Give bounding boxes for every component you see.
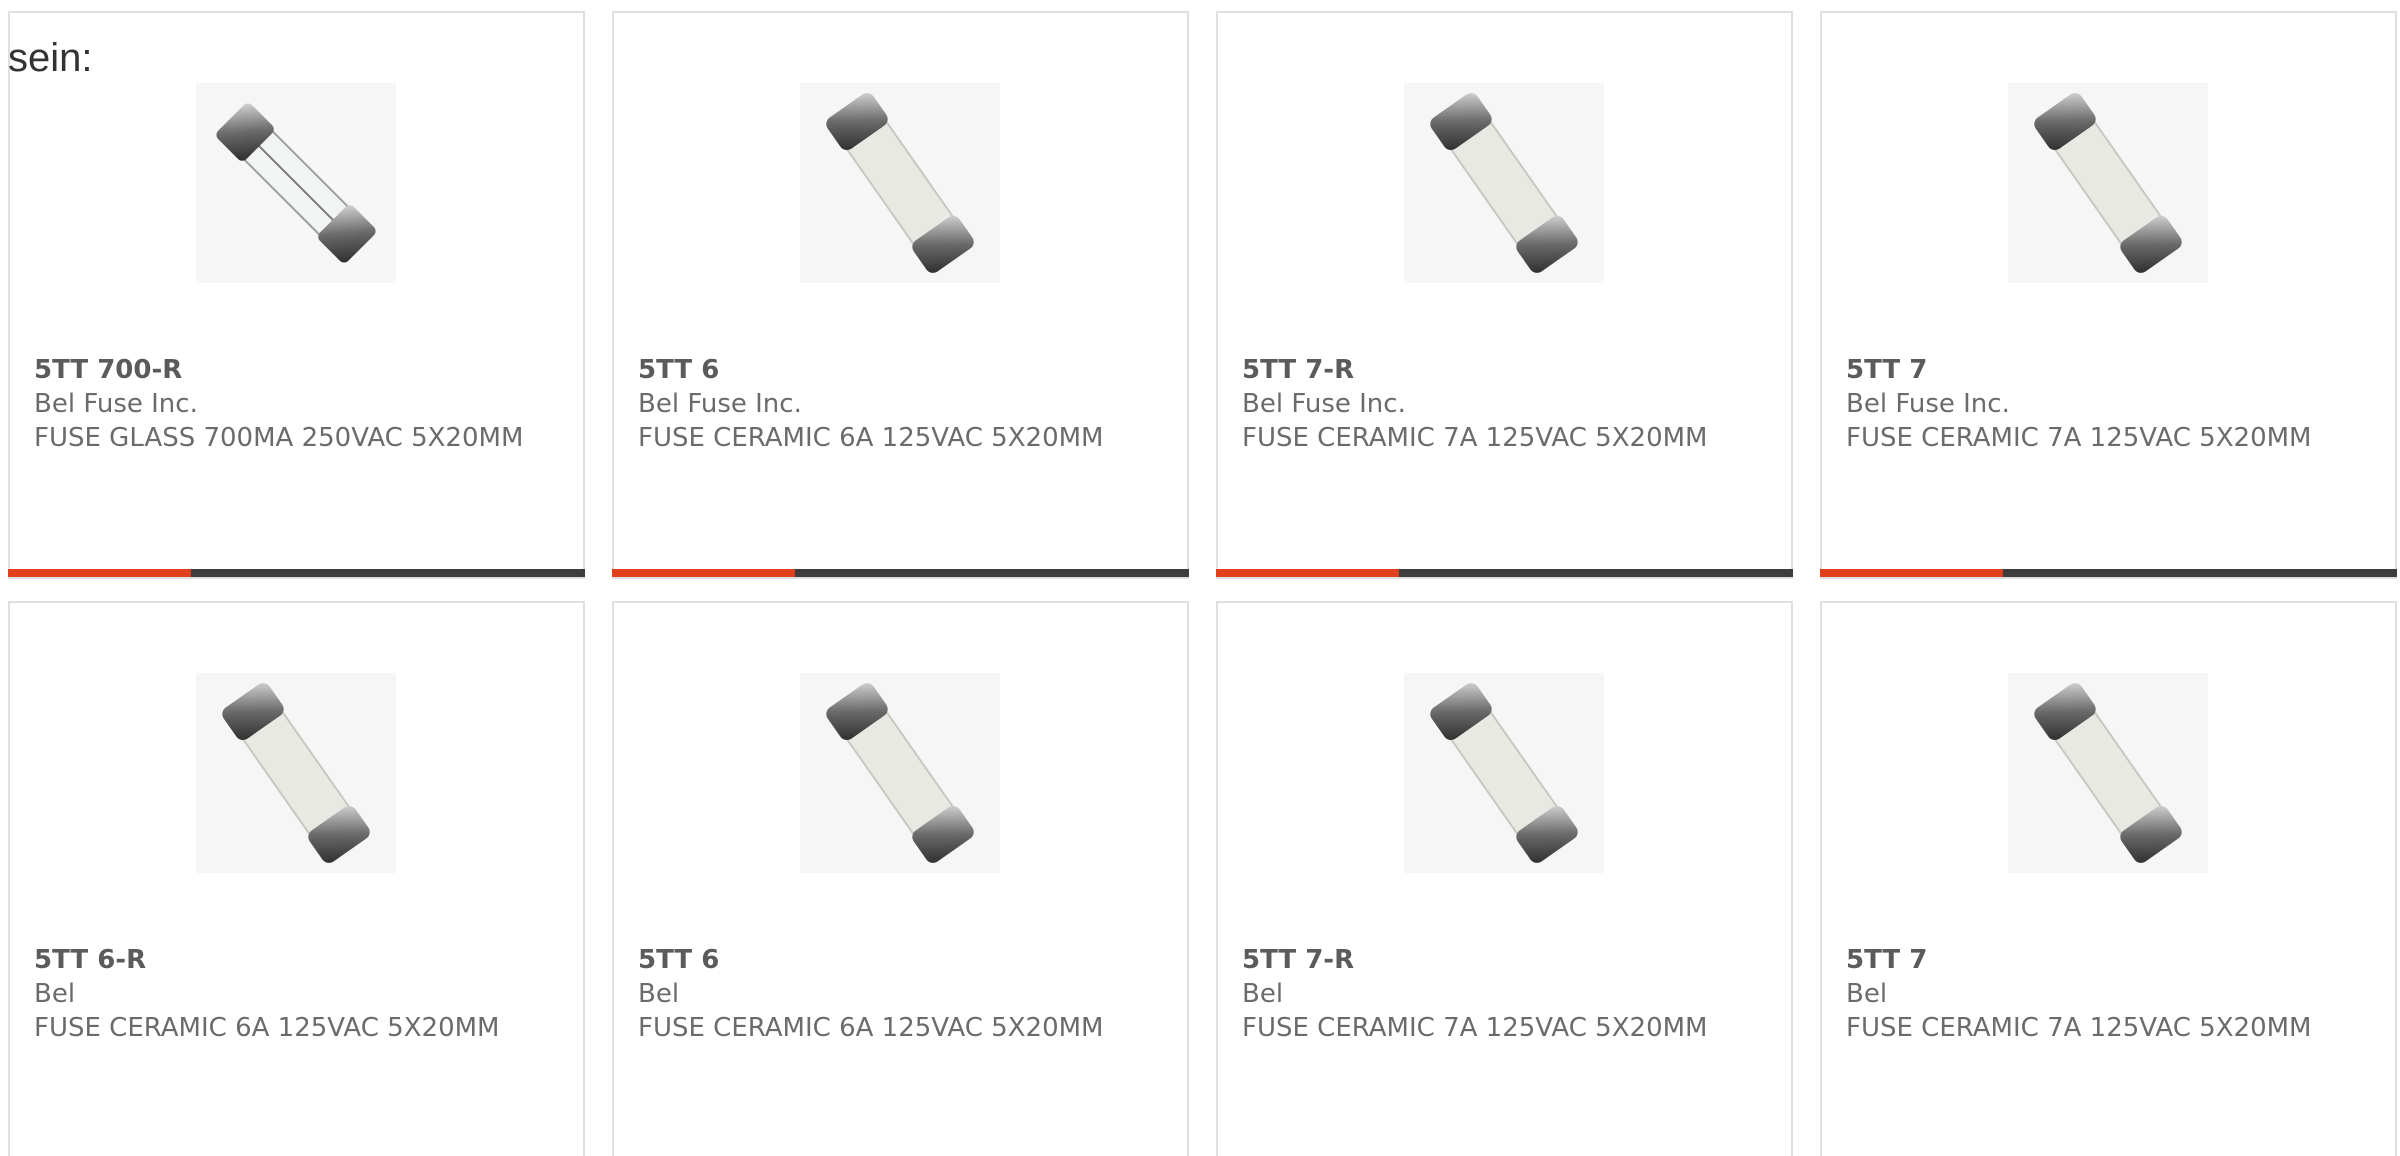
manufacturer: Bel Fuse Inc. — [34, 389, 198, 419]
manufacturer: Bel — [34, 979, 76, 1009]
product-description: FUSE CERAMIC 7A 125VAC 5X20MM — [1846, 1013, 2312, 1043]
part-number[interactable]: 5TT 6 — [638, 943, 1158, 977]
product-description: FUSE CERAMIC 7A 125VAC 5X20MM — [1242, 1013, 1708, 1043]
ceramic-fuse-icon — [800, 83, 1000, 283]
product-card[interactable]: 5TT 7 Bel FUSE CERAMIC 7A 125VAC 5X20MM — [1820, 601, 2397, 1156]
ceramic-fuse-icon — [196, 673, 396, 873]
product-card[interactable]: 5TT 7-R Bel FUSE CERAMIC 7A 125VAC 5X20M… — [1216, 601, 1793, 1156]
ceramic-fuse-icon — [2008, 673, 2208, 873]
card-bottom-bar — [1216, 569, 1793, 577]
part-number[interactable]: 5TT 700-R — [34, 353, 554, 387]
ceramic-fuse-icon — [800, 673, 1000, 873]
card-accent-bar — [612, 569, 795, 577]
product-card[interactable]: 5TT 7 Bel Fuse Inc. FUSE CERAMIC 7A 125V… — [1820, 11, 2397, 579]
card-bottom-bar — [8, 569, 585, 577]
product-description: FUSE CERAMIC 6A 125VAC 5X20MM — [34, 1013, 500, 1043]
ceramic-fuse-icon — [2008, 83, 2208, 283]
card-accent-bar — [8, 569, 191, 577]
manufacturer: Bel — [1846, 979, 1888, 1009]
ceramic-fuse-icon — [1404, 673, 1604, 873]
manufacturer: Bel — [638, 979, 680, 1009]
intro-text: sein: — [8, 36, 93, 80]
ceramic-fuse-icon — [1404, 83, 1604, 283]
card-accent-bar — [1820, 569, 2003, 577]
part-number[interactable]: 5TT 6 — [638, 353, 1158, 387]
card-accent-bar — [1216, 569, 1399, 577]
part-number[interactable]: 5TT 7 — [1846, 353, 2366, 387]
card-bottom-bar — [612, 569, 1189, 577]
product-description: FUSE CERAMIC 6A 125VAC 5X20MM — [638, 1013, 1104, 1043]
part-number[interactable]: 5TT 7-R — [1242, 943, 1762, 977]
product-grid-page: sein: 5TT 700-R Bel Fuse Inc. FUSE GLASS… — [0, 0, 2400, 1156]
glass-fuse-icon — [196, 83, 396, 283]
part-number[interactable]: 5TT 7 — [1846, 943, 2366, 977]
product-description: FUSE GLASS 700MA 250VAC 5X20MM — [34, 423, 524, 453]
manufacturer: Bel Fuse Inc. — [638, 389, 802, 419]
part-number[interactable]: 5TT 6-R — [34, 943, 554, 977]
product-card[interactable]: 5TT 6 Bel Fuse Inc. FUSE CERAMIC 6A 125V… — [612, 11, 1189, 579]
product-card[interactable]: 5TT 6 Bel FUSE CERAMIC 6A 125VAC 5X20MM — [612, 601, 1189, 1156]
card-bottom-bar — [1820, 569, 2397, 577]
product-description: FUSE CERAMIC 7A 125VAC 5X20MM — [1242, 423, 1708, 453]
product-card[interactable]: 5TT 700-R Bel Fuse Inc. FUSE GLASS 700MA… — [8, 11, 585, 579]
part-number[interactable]: 5TT 7-R — [1242, 353, 1762, 387]
product-description: FUSE CERAMIC 7A 125VAC 5X20MM — [1846, 423, 2312, 453]
product-card[interactable]: 5TT 6-R Bel FUSE CERAMIC 6A 125VAC 5X20M… — [8, 601, 585, 1156]
product-description: FUSE CERAMIC 6A 125VAC 5X20MM — [638, 423, 1104, 453]
product-card[interactable]: 5TT 7-R Bel Fuse Inc. FUSE CERAMIC 7A 12… — [1216, 11, 1793, 579]
manufacturer: Bel Fuse Inc. — [1846, 389, 2010, 419]
manufacturer: Bel — [1242, 979, 1284, 1009]
manufacturer: Bel Fuse Inc. — [1242, 389, 1406, 419]
